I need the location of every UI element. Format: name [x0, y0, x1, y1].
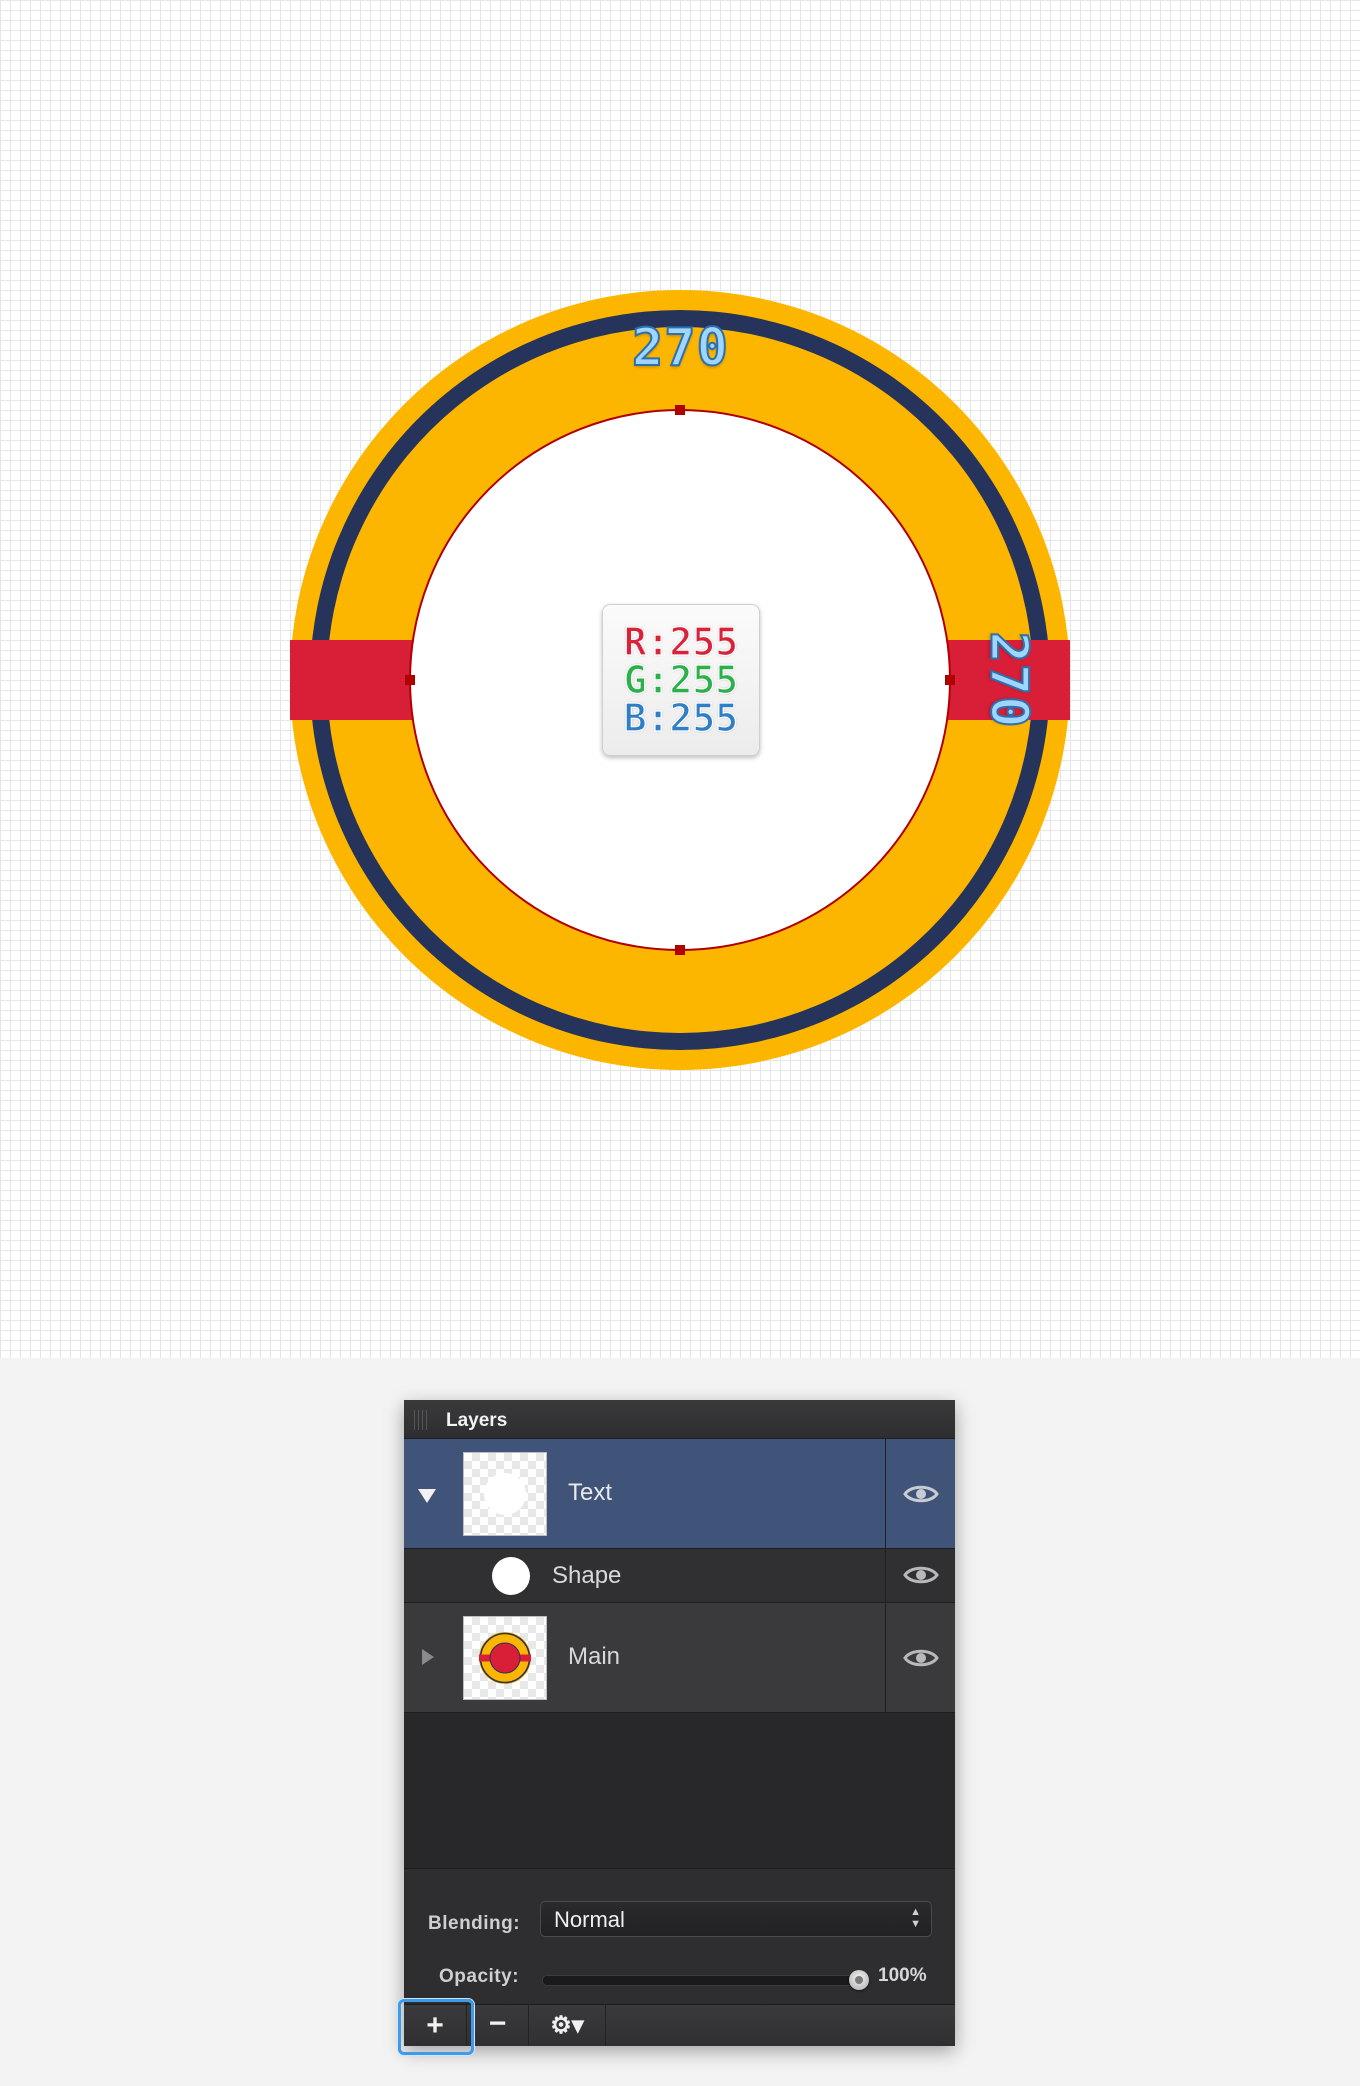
select-arrows-icon: ▲ ▼: [910, 1906, 921, 1930]
design-canvas[interactable]: 270 270 R:255 G:255 B:255: [0, 0, 1360, 1358]
layers-toolbar: + − ⚙▾: [398, 1999, 955, 2055]
opacity-slider-knob[interactable]: [849, 1970, 869, 1990]
blue-value: B:255: [623, 696, 739, 740]
blending-mode-value: Normal: [554, 1907, 625, 1932]
remove-layer-button[interactable]: −: [467, 2005, 529, 2046]
layer-row-shape[interactable]: Shape: [404, 1549, 955, 1603]
disclosure-triangle-icon[interactable]: [418, 1489, 436, 1503]
opacity-value: 100%: [878, 1965, 927, 1986]
width-dimension-label: 270: [631, 317, 729, 379]
panel-title: Layers: [446, 1410, 508, 1431]
eye-icon[interactable]: [903, 1647, 939, 1669]
opacity-slider-fill: [543, 1976, 859, 1985]
badge-thumbnail-image: [479, 1632, 531, 1684]
layers-list-empty-area[interactable]: [404, 1713, 955, 1869]
layer-row-main[interactable]: Main: [404, 1603, 955, 1713]
green-value: G:255: [623, 658, 739, 702]
layer-properties: Blending: Normal ▲ ▼ Opacity: 100%: [404, 1869, 955, 2003]
opacity-slider[interactable]: [542, 1970, 869, 1990]
gear-icon[interactable]: ⚙▾: [529, 2005, 606, 2046]
height-dimension-label: 270: [977, 631, 1039, 730]
eye-icon[interactable]: [903, 1564, 939, 1586]
eye-icon[interactable]: [903, 1483, 939, 1505]
opacity-label: Opacity:: [439, 1966, 520, 1987]
grip-icon[interactable]: [414, 1410, 428, 1430]
layer-thumbnail-main: [463, 1616, 547, 1700]
selection-handle-left[interactable]: [405, 675, 415, 685]
layer-name: Text: [568, 1479, 613, 1506]
blending-mode-select[interactable]: Normal ▲ ▼: [540, 1901, 932, 1937]
layers-panel: Layers Text Shape Main Blending: Normal …: [398, 1400, 955, 2055]
layer-thumbnail-shape: [492, 1557, 530, 1595]
disclosure-triangle-icon[interactable]: [422, 1649, 434, 1665]
layer-thumbnail-text: [463, 1452, 547, 1536]
selection-handle-top[interactable]: [675, 405, 685, 415]
selection-handle-right[interactable]: [945, 675, 955, 685]
layer-row-text[interactable]: Text: [404, 1439, 955, 1549]
add-layer-button[interactable]: +: [404, 2005, 467, 2046]
color-readout-card: R:255 G:255 B:255: [602, 604, 760, 756]
red-value: R:255: [623, 620, 739, 664]
layer-name: Shape: [552, 1562, 622, 1589]
selection-handle-bottom[interactable]: [675, 945, 685, 955]
panel-header[interactable]: Layers: [404, 1400, 955, 1439]
layer-name: Main: [568, 1643, 621, 1670]
blending-label: Blending:: [428, 1913, 521, 1934]
